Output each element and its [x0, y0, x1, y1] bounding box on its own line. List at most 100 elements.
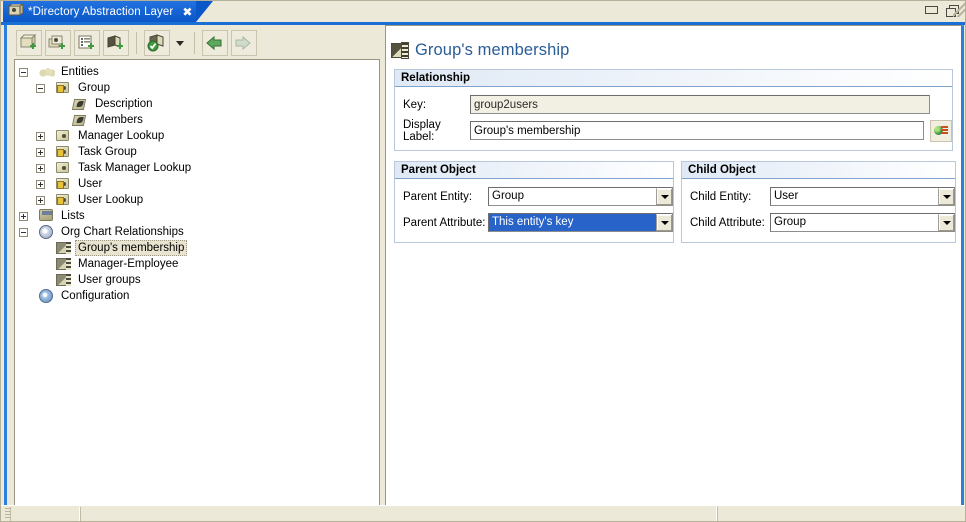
back-button[interactable]	[202, 30, 228, 56]
key-field-row: Key:	[395, 95, 952, 114]
child-attribute-select[interactable]: Group	[770, 213, 955, 232]
tree-item-label: User Lookup	[75, 193, 146, 207]
parent-attribute-value: This entity's key	[489, 214, 656, 231]
window-resize-grip	[953, 1, 966, 17]
attribute-icon	[73, 113, 89, 127]
entity-locked-icon	[56, 145, 72, 159]
expand-toggle-icon[interactable]	[19, 212, 28, 221]
relationship-icon	[56, 257, 72, 271]
display-label-input[interactable]	[470, 121, 924, 140]
chevron-down-icon[interactable]	[938, 188, 954, 205]
tree-guide	[49, 264, 56, 265]
translate-icon[interactable]	[930, 120, 952, 142]
tree-guide	[49, 136, 56, 137]
tree-item-configuration[interactable]: Configuration	[19, 288, 379, 304]
tree-item-user-lookup[interactable]: User Lookup	[19, 192, 379, 208]
tree-item-user[interactable]: User	[19, 176, 379, 192]
tree-item-user-groups[interactable]: User groups	[19, 272, 379, 288]
status-bar	[1, 505, 966, 521]
forward-button[interactable]	[231, 30, 257, 56]
relationship-icon	[56, 273, 72, 287]
close-icon[interactable]: ✖	[182, 6, 192, 18]
application-window: *Directory Abstraction Layer ✖	[0, 0, 966, 522]
tree-item-group-s-membership[interactable]: Group's membership	[19, 240, 379, 256]
chevron-down-icon[interactable]	[656, 214, 672, 231]
tree-item-members[interactable]: Members	[19, 112, 379, 128]
key-label: Key:	[395, 99, 470, 111]
key-input[interactable]	[470, 95, 930, 114]
tree-guide	[49, 280, 56, 281]
entity-icon	[56, 161, 72, 175]
tree-item-task-group[interactable]: Task Group	[19, 144, 379, 160]
expand-toggle-icon[interactable]	[36, 196, 45, 205]
chevron-down-icon[interactable]	[938, 214, 954, 231]
title-bar: *Directory Abstraction Layer ✖	[1, 1, 966, 22]
collapse-toggle-icon[interactable]	[19, 228, 28, 237]
tree-item-label: Configuration	[58, 289, 132, 303]
collapse-toggle-icon[interactable]	[19, 68, 28, 77]
navigator-toolbar	[11, 27, 381, 59]
tree-guide	[49, 88, 56, 89]
child-attribute-label: Child Attribute:	[682, 217, 770, 229]
model-tree[interactable]: EntitiesGroupDescriptionMembersManager L…	[14, 59, 380, 522]
tree-item-label: Manager-Employee	[75, 257, 181, 271]
validate-dropdown-arrow[interactable]	[173, 30, 187, 56]
parent-entity-select[interactable]: Group	[488, 187, 673, 206]
tree-guide	[49, 248, 56, 249]
collapse-toggle-icon[interactable]	[36, 84, 45, 93]
navigator-panel: EntitiesGroupDescriptionMembersManager L…	[4, 25, 381, 506]
tree-item-org-chart-relationships[interactable]: Org Chart Relationships	[19, 224, 379, 240]
child-entity-select[interactable]: User	[770, 187, 955, 206]
tree-item-task-manager-lookup[interactable]: Task Manager Lookup	[19, 160, 379, 176]
new-relationship-button[interactable]	[103, 30, 129, 56]
tree-item-manager-lookup[interactable]: Manager Lookup	[19, 128, 379, 144]
tree-indent-spacer	[36, 244, 45, 253]
relationships-icon	[39, 225, 55, 239]
tree-item-label: Org Chart Relationships	[58, 225, 187, 239]
tree-guide	[32, 72, 39, 73]
new-lookup-button[interactable]	[45, 30, 71, 56]
parent-attribute-label: Parent Attribute:	[395, 217, 488, 229]
expand-toggle-icon[interactable]	[36, 132, 45, 141]
tree-indent-spacer	[53, 100, 62, 109]
toolbar-separator	[194, 32, 195, 54]
expand-toggle-icon[interactable]	[36, 180, 45, 189]
child-entity-label: Child Entity:	[682, 191, 770, 203]
status-segment-right	[717, 507, 966, 521]
configuration-icon	[39, 289, 55, 303]
parent-object-section-body: Parent Entity: Group Parent Attribute: T…	[395, 179, 673, 242]
expand-toggle-icon[interactable]	[36, 164, 45, 173]
tree-indent-spacer	[19, 292, 28, 301]
relationship-section: Relationship Key: Display Label:	[394, 69, 953, 151]
tree-item-lists[interactable]: Lists	[19, 208, 379, 224]
child-object-section-header: Child Object	[682, 162, 955, 179]
tree-indent-spacer	[53, 116, 62, 125]
entity-locked-icon	[56, 81, 72, 95]
tree-item-label: Lists	[58, 209, 88, 223]
display-label-field-row: Display Label:	[395, 121, 952, 140]
tree-item-group[interactable]: Group	[19, 80, 379, 96]
new-entity-button[interactable]	[16, 30, 42, 56]
tree-item-manager-employee[interactable]: Manager-Employee	[19, 256, 379, 272]
validate-button[interactable]	[144, 30, 170, 56]
relationship-section-header: Relationship	[395, 70, 952, 87]
chevron-down-icon[interactable]	[656, 188, 672, 205]
tree-item-entities[interactable]: Entities	[19, 64, 379, 80]
child-attribute-value: Group	[771, 214, 938, 231]
relationship-editor-panel: Group's membership Relationship Key: Dis…	[385, 25, 964, 506]
parent-attribute-select[interactable]: This entity's key	[488, 213, 673, 232]
tree-guide	[49, 184, 56, 185]
child-attribute-row: Child Attribute: Group	[682, 213, 955, 232]
tree-item-description[interactable]: Description	[19, 96, 379, 112]
minimize-icon[interactable]	[924, 4, 937, 16]
expand-toggle-icon[interactable]	[36, 148, 45, 157]
entity-locked-icon	[56, 177, 72, 191]
attribute-icon	[73, 97, 89, 111]
new-list-button[interactable]	[74, 30, 100, 56]
editor-tab-directory-abstraction-layer[interactable]: *Directory Abstraction Layer ✖	[3, 1, 196, 22]
tree-item-label: Entities	[58, 65, 102, 79]
object-sections: Parent Object Parent Entity: Group Paren…	[394, 161, 953, 243]
status-segment-main	[80, 507, 717, 521]
tree-item-label: User	[75, 177, 105, 191]
tree-guide	[32, 232, 39, 233]
